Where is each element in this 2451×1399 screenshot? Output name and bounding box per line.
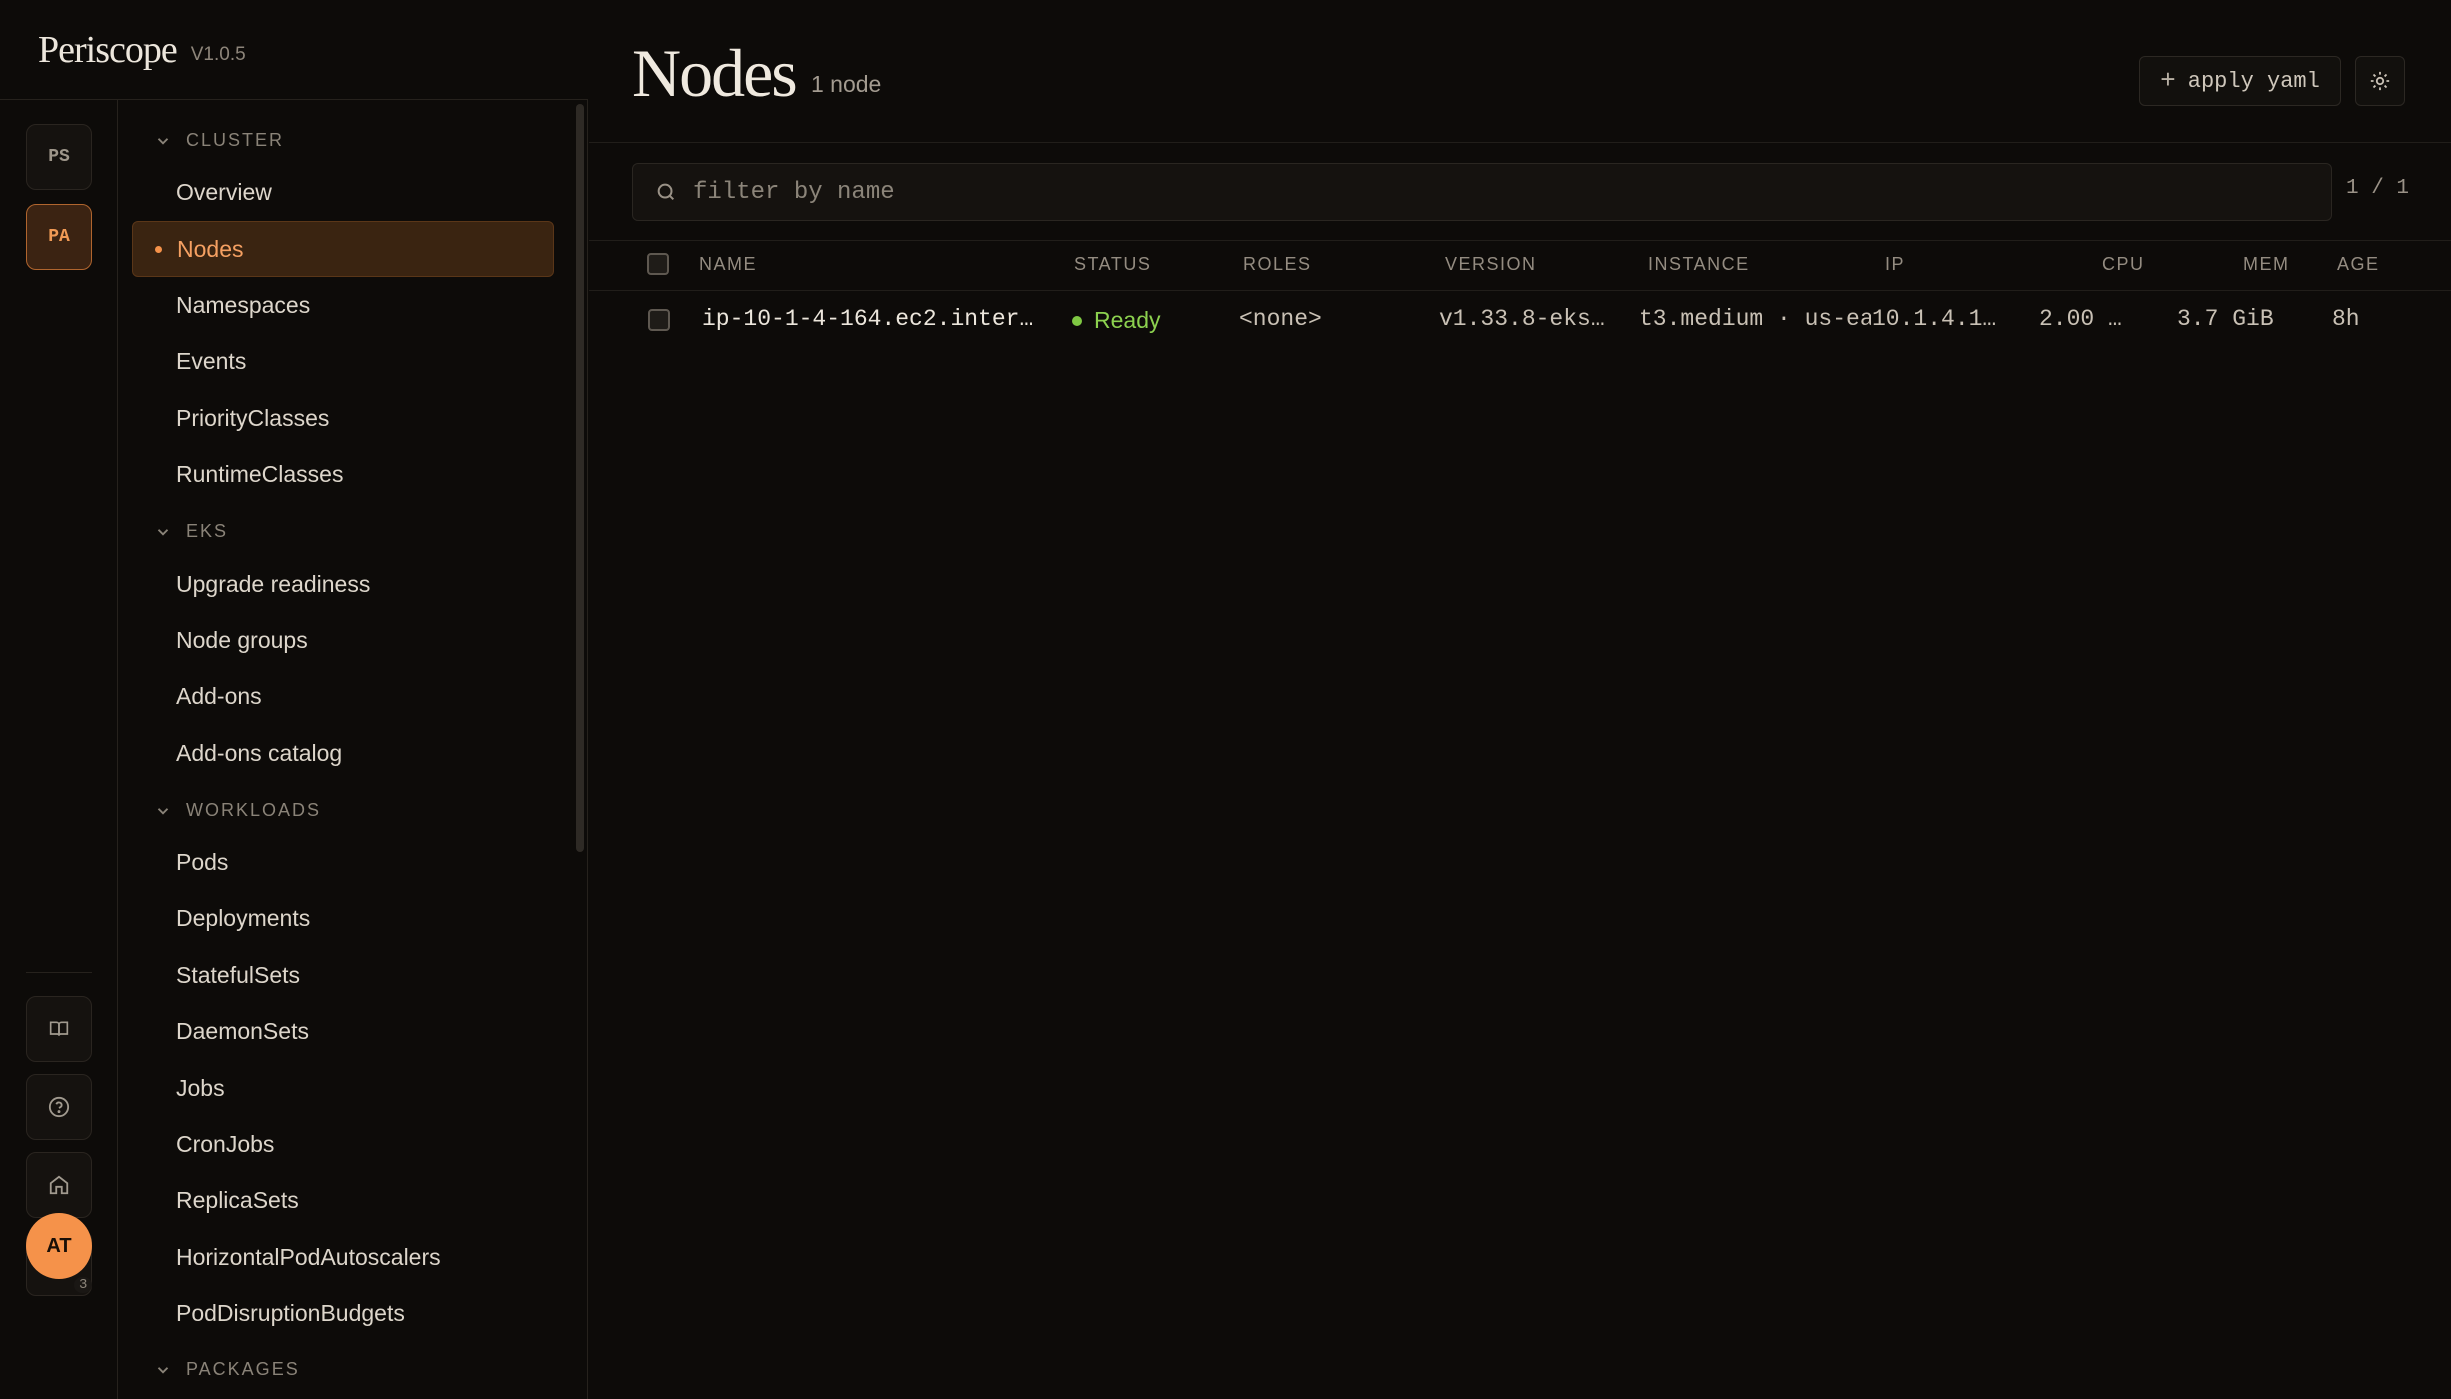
column-header-ip[interactable]: IP bbox=[1885, 254, 1905, 275]
table-header-border bbox=[589, 290, 2451, 291]
rail-divider bbox=[26, 972, 92, 973]
status-dot bbox=[1072, 315, 1082, 326]
context-rail: PS PA 3 bbox=[0, 100, 118, 1399]
home-icon bbox=[49, 1175, 69, 1195]
select-all-checkbox[interactable] bbox=[647, 253, 669, 275]
section-title: PACKAGES bbox=[186, 1359, 300, 1379]
sidebar-item-upgrade-readiness[interactable]: Upgrade readiness bbox=[132, 556, 554, 612]
sidebar-item-namespaces[interactable]: Namespaces bbox=[132, 277, 554, 333]
column-header-status[interactable]: STATUS bbox=[1074, 254, 1151, 275]
section-title: CLUSTER bbox=[186, 130, 285, 150]
sidebar-item-nodes[interactable]: Nodes bbox=[132, 221, 554, 277]
sidebar-item-jobs[interactable]: Jobs bbox=[132, 1060, 554, 1116]
node-status: Ready bbox=[1072, 307, 1160, 334]
main-panel: Nodes 1 node + apply yaml 1 / 1 NAME STA… bbox=[589, 0, 2451, 1399]
section-title: WORKLOADS bbox=[186, 800, 322, 820]
app-version: V1.0.5 bbox=[190, 43, 246, 65]
sidebar-item-overview[interactable]: Overview bbox=[132, 164, 554, 220]
row-checkbox[interactable] bbox=[648, 309, 670, 331]
header-divider bbox=[589, 142, 2451, 143]
sidebar-item-runtimeclasses[interactable]: RuntimeClasses bbox=[132, 446, 554, 502]
theme-toggle-button[interactable] bbox=[2355, 56, 2405, 106]
table-top-border bbox=[589, 240, 2451, 241]
node-mem: 3.7 GiB bbox=[2177, 306, 2274, 332]
sidebar-item-horizontalpodautoscalers[interactable]: HorizontalPodAutoscalers bbox=[132, 1229, 554, 1285]
sidebar-item-node-groups[interactable]: Node groups bbox=[132, 612, 554, 668]
brand-header: Periscope V1.0.5 bbox=[0, 0, 588, 100]
node-version: v1.33.8-eks… bbox=[1439, 306, 1605, 332]
section-title: EKS bbox=[186, 521, 229, 541]
apply-yaml-button[interactable]: + apply yaml bbox=[2139, 56, 2341, 106]
filter-input[interactable] bbox=[693, 178, 2293, 206]
book-icon bbox=[49, 1021, 69, 1036]
node-cpu: 2.00 … bbox=[2039, 306, 2122, 332]
sidebar-item-deployments[interactable]: Deployments bbox=[132, 890, 554, 946]
home-button[interactable] bbox=[26, 1152, 92, 1218]
section-cluster[interactable]: CLUSTER bbox=[154, 130, 284, 151]
column-header-name[interactable]: NAME bbox=[699, 254, 757, 275]
chevron-down-icon bbox=[157, 137, 169, 145]
section-workloads[interactable]: WORKLOADS bbox=[154, 800, 321, 821]
sidebar-item-daemonsets[interactable]: DaemonSets bbox=[132, 1003, 554, 1059]
chevron-down-icon bbox=[157, 807, 169, 815]
help-icon bbox=[48, 1096, 70, 1118]
node-roles: <none> bbox=[1239, 306, 1322, 332]
column-header-cpu[interactable]: CPU bbox=[2102, 254, 2145, 275]
node-instance: t3.medium · us-ea bbox=[1639, 306, 1871, 332]
pagination-indicator: 1 / 1 bbox=[2346, 177, 2410, 200]
sidebar-item-statefulsets[interactable]: StatefulSets bbox=[132, 947, 554, 1003]
column-header-age[interactable]: AGE bbox=[2337, 254, 2380, 275]
filter-bar bbox=[632, 163, 2332, 221]
node-name[interactable]: ip-10-1-4-164.ec2.inter… bbox=[702, 306, 1062, 332]
chevron-down-icon bbox=[157, 1366, 169, 1374]
chevron-down-icon bbox=[157, 528, 169, 536]
column-header-roles[interactable]: ROLES bbox=[1243, 254, 1312, 275]
page-title: Nodes bbox=[632, 35, 798, 111]
sidebar-item-label: Nodes bbox=[177, 235, 244, 262]
context-ps-button[interactable]: PS bbox=[26, 124, 92, 190]
sidebar-nav: CLUSTER Overview Nodes Namespaces Events… bbox=[118, 100, 588, 1399]
context-pa-button[interactable]: PA bbox=[26, 204, 92, 270]
user-avatar[interactable]: AT bbox=[26, 1213, 92, 1279]
node-ip: 10.1.4.1… bbox=[1872, 306, 1997, 332]
column-header-mem[interactable]: MEM bbox=[2243, 254, 2290, 275]
github-badge: 3 bbox=[74, 1277, 93, 1293]
section-packages[interactable]: PACKAGES bbox=[154, 1359, 300, 1380]
sidebar-item-poddisruptionbudgets[interactable]: PodDisruptionBudgets bbox=[132, 1285, 554, 1341]
sidebar-item-add-ons[interactable]: Add-ons bbox=[132, 668, 554, 724]
search-icon bbox=[657, 183, 675, 201]
docs-button[interactable] bbox=[26, 996, 92, 1062]
node-age: 8h bbox=[2332, 306, 2360, 332]
sidebar-item-add-ons-catalog[interactable]: Add-ons catalog bbox=[132, 725, 554, 781]
sun-icon bbox=[2370, 71, 2390, 91]
sidebar-item-events[interactable]: Events bbox=[132, 333, 554, 389]
column-header-version[interactable]: VERSION bbox=[1445, 254, 1537, 275]
active-dot bbox=[155, 245, 162, 253]
sidebar-item-priorityclasses[interactable]: PriorityClasses bbox=[132, 390, 554, 446]
node-count: 1 node bbox=[811, 71, 882, 97]
app-name: Periscope bbox=[38, 28, 178, 71]
help-button[interactable] bbox=[26, 1074, 92, 1140]
sidebar-item-pods[interactable]: Pods bbox=[132, 834, 554, 890]
sidebar-item-replicasets[interactable]: ReplicaSets bbox=[132, 1172, 554, 1228]
sidebar-scrollbar[interactable] bbox=[576, 104, 584, 852]
apply-yaml-label: apply yaml bbox=[2187, 68, 2320, 94]
sidebar-item-cronjobs[interactable]: CronJobs bbox=[132, 1116, 554, 1172]
status-label: Ready bbox=[1094, 307, 1161, 333]
column-header-instance[interactable]: INSTANCE bbox=[1648, 254, 1750, 275]
section-eks[interactable]: EKS bbox=[154, 521, 228, 542]
plus-icon: + bbox=[2160, 66, 2176, 96]
